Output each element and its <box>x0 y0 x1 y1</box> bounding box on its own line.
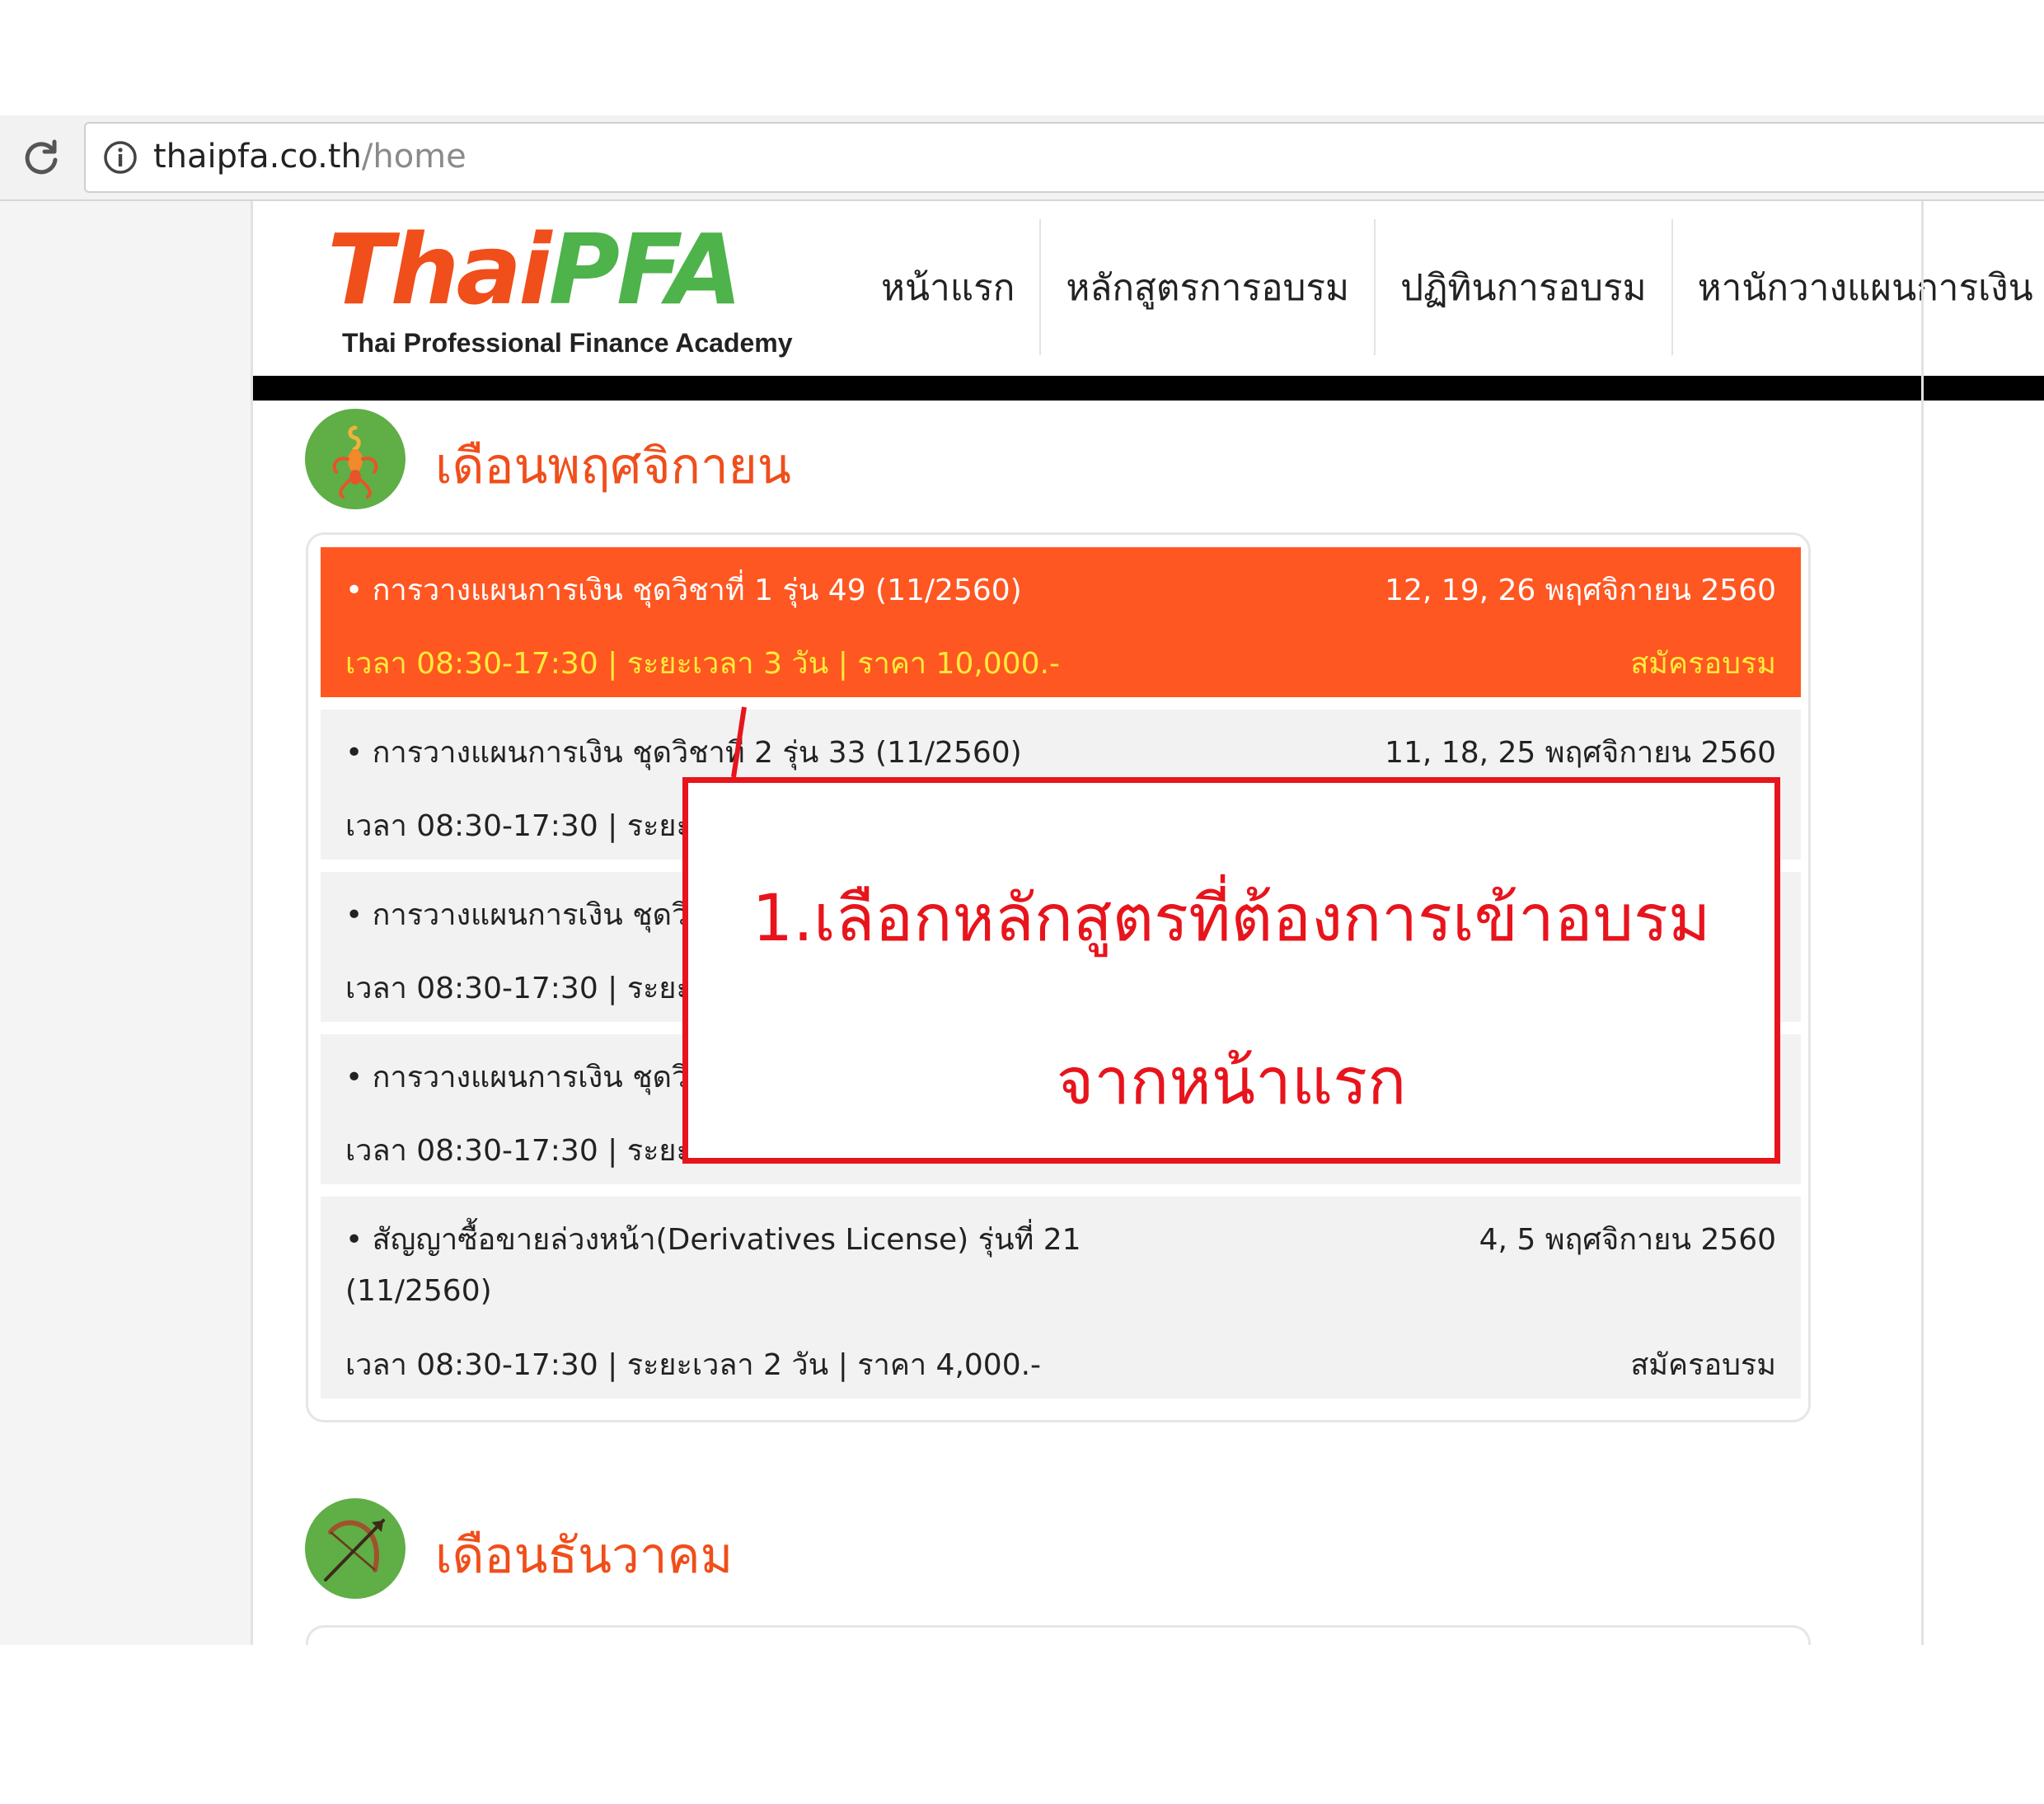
logo-thai: Thai <box>327 213 552 326</box>
course-title[interactable]: • การวางแผนการเงิน ชุดวิช <box>345 890 709 941</box>
course-meta: เวลา 08:30-17:30 | ระยะเวลา 3 วัน | ราคา… <box>345 647 1060 681</box>
sagittarius-icon <box>305 1498 406 1599</box>
browser-address-bar: thaipfa.co.th/home <box>0 115 2044 201</box>
course-meta: เวลา 08:30-17:30 | ระยะเว <box>345 809 720 843</box>
nav-courses[interactable]: หลักสูตรการอบรม <box>1041 219 1376 355</box>
scorpio-icon <box>305 409 406 509</box>
course-title[interactable]: • สัญญาซื้อขายล่วงหน้า(Derivatives Licen… <box>345 1215 1170 1317</box>
annotation-line1: 1.เลือกหลักสูตรที่ต้องการเข้าอบรม <box>752 882 1711 956</box>
reload-icon <box>25 139 58 175</box>
register-link[interactable]: สมัครอบรม <box>1630 1341 1776 1388</box>
below-page-blank <box>0 1645 2044 1804</box>
main-nav: หน้าแรก หลักสูตรการอบรม ปฏิทินการอบรม หา… <box>856 219 2044 355</box>
course-meta: เวลา 08:30-17:30 | ระยะเวลา 2 วัน | ราคา… <box>345 1348 1042 1382</box>
thaipfa-logo[interactable]: ThaiPFA Thai Professional Finance Academ… <box>327 216 797 364</box>
nav-find-planner[interactable]: หานักวางแผนการเงิน <box>1673 219 2044 355</box>
logo-wordmark: ThaiPFA <box>327 213 743 326</box>
reload-button[interactable] <box>18 134 64 180</box>
url-path: /home <box>361 138 466 176</box>
month-title: เดือนธันวาคม <box>435 1527 734 1585</box>
month-title: เดือนพฤศจิกายน <box>435 438 791 495</box>
page-left-gutter <box>0 201 253 1645</box>
course-title[interactable]: • การวางแผนการเงิน ชุดวิช <box>345 1052 709 1103</box>
course-title[interactable]: • การวางแผนการเงิน ชุดวิชาที่ 2 รุ่น 33 … <box>345 728 1022 779</box>
logo-pfa: PFA <box>548 213 743 326</box>
course-meta: เวลา 08:30-17:30 | ระยะเว <box>345 1134 720 1168</box>
course-title[interactable]: • การวางแผนการเงิน ชุดวิชาที่ 1 รุ่น 49 … <box>345 565 1022 616</box>
page-right-border <box>1921 201 1924 1645</box>
course-date: 12, 19, 26 พฤศจิกายน 2560 <box>1385 574 1776 607</box>
course-row[interactable]: • สัญญาซื้อขายล่วงหน้า(Derivatives Licen… <box>321 1197 1801 1399</box>
logo-subtitle: Thai Professional Finance Academy <box>342 328 793 358</box>
header-divider <box>253 376 2044 401</box>
url-host: thaipfa.co.th <box>153 138 362 176</box>
course-date: 11, 18, 25 พฤศจิกายน 2560 <box>1385 736 1776 770</box>
nav-home[interactable]: หน้าแรก <box>856 219 1042 355</box>
url-text: thaipfa.co.th/home <box>153 135 466 178</box>
url-input[interactable]: thaipfa.co.th/home <box>84 122 2044 193</box>
annotation-callout: 1.เลือกหลักสูตรที่ต้องการเข้าอบรม จากหน้… <box>682 777 1780 1164</box>
course-date: 4, 5 พฤศจิกายน 2560 <box>1479 1223 1776 1257</box>
course-meta: เวลา 08:30-17:30 | ระยะเว <box>345 972 720 1005</box>
course-row[interactable]: • การวางแผนการเงิน ชุดวิชาที่ 1 รุ่น 49 … <box>321 547 1801 697</box>
annotation-line2: จากหน้าแรก <box>1056 1045 1407 1119</box>
register-link[interactable]: สมัครอบรม <box>1630 640 1776 686</box>
nav-calendar[interactable]: ปฏิทินการอบรม <box>1376 219 1673 355</box>
info-icon[interactable] <box>102 139 138 176</box>
